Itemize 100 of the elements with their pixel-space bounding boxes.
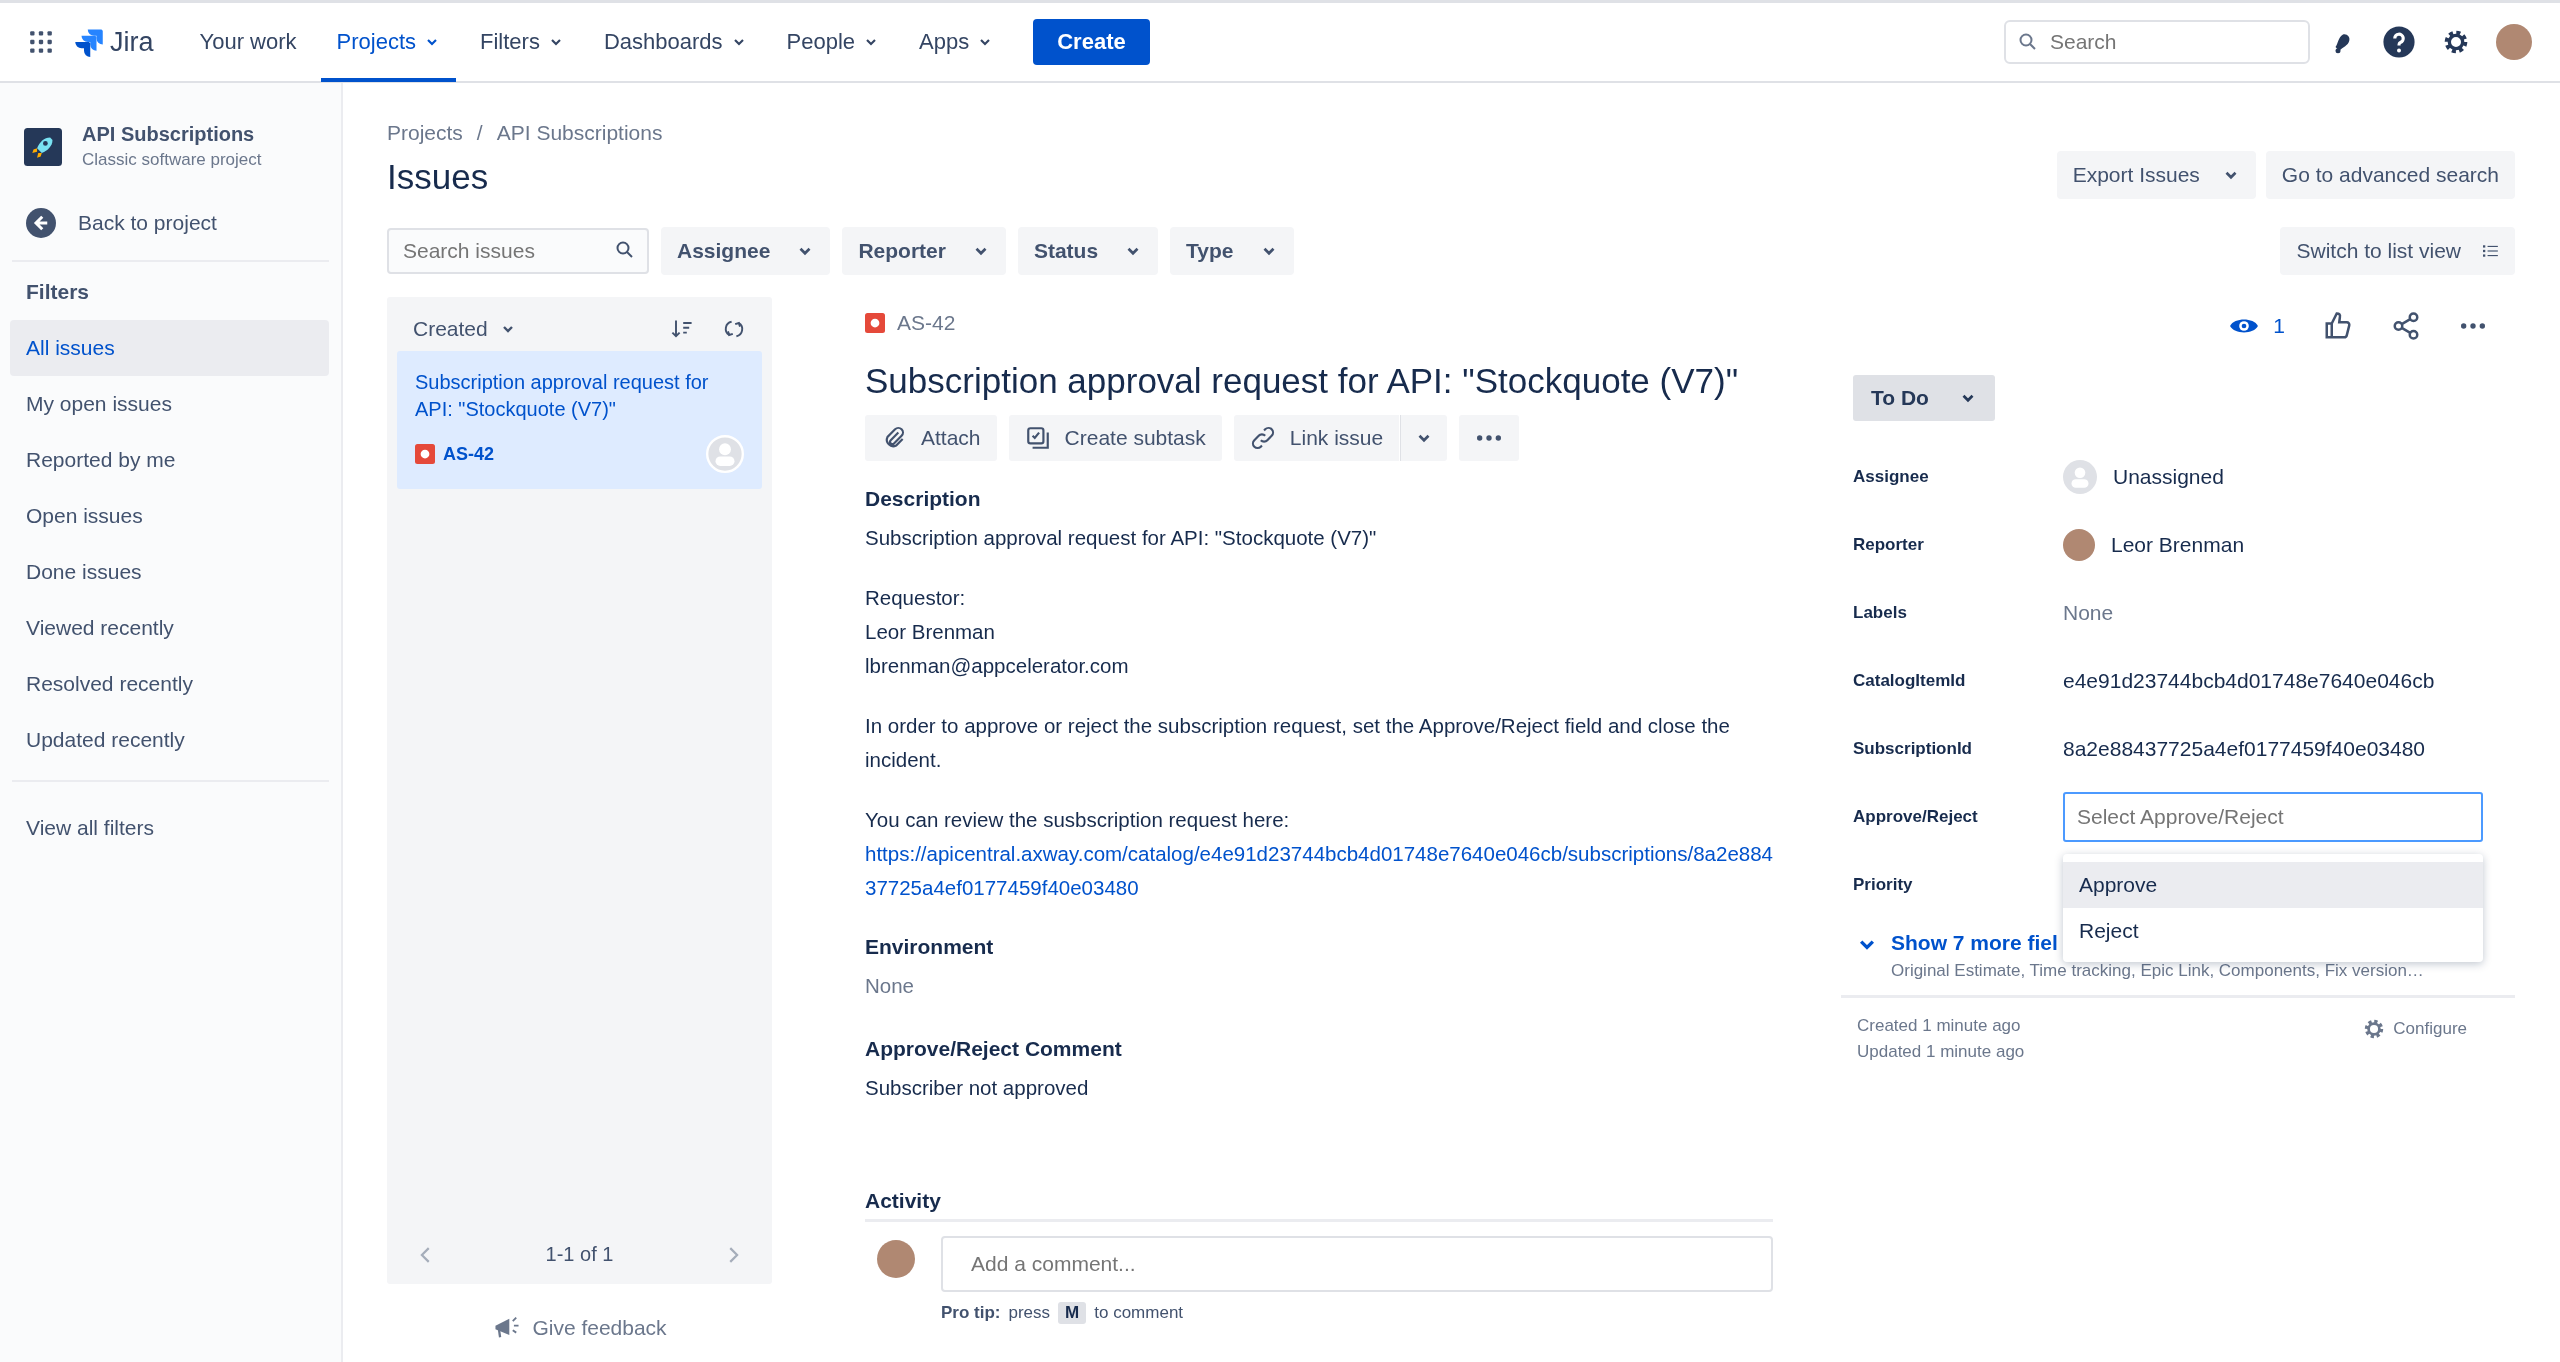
description-text: lbrenman@appcelerator.com	[865, 653, 1130, 679]
subscription-link[interactable]: https://apicentral.axway.com/catalog/e4e91d23744bcb4d01748e7640e046cb/subscriptions/8a2e88437725a4ef0177459f40e03480	[865, 837, 1773, 905]
filter-dropdown[interactable]: Reporter	[842, 227, 1006, 275]
breadcrumb-link[interactable]: Projects	[387, 121, 463, 145]
issue-key: AS-42	[443, 443, 495, 465]
filter-item[interactable]: Updated recently	[10, 712, 329, 768]
breadcrumb-separator: /	[476, 121, 483, 145]
back-to-project-link[interactable]: Back to project	[78, 211, 217, 235]
configure-button[interactable]: Configure	[2361, 1016, 2467, 1042]
app-grid-icon[interactable]	[28, 29, 54, 55]
activity-heading: Activity	[865, 1189, 942, 1213]
issue-card-title: Subscription approval request for API: "Stockquote (V7)"	[415, 370, 710, 422]
field-label: Labels	[1853, 603, 1908, 623]
project-name: API Subscriptions	[82, 123, 256, 146]
field-label: CatalogItemId	[1853, 671, 1967, 691]
search-icon	[615, 240, 635, 260]
issue-action-button[interactable]: Attach	[865, 415, 997, 461]
field-label: Approve/Reject	[1853, 807, 1979, 827]
view-all-filters-link[interactable]: View all filters	[10, 800, 329, 856]
filter-item[interactable]: My open issues	[10, 376, 329, 432]
field-label: Assignee	[1853, 467, 1930, 487]
watchers-button[interactable]: 1	[2229, 311, 2285, 341]
nav-menu-item[interactable]: Apps	[903, 3, 1010, 82]
filter-item[interactable]: Resolved recently	[10, 656, 329, 712]
field-label: SubscriptionId	[1853, 739, 1973, 759]
description-text: Requestor:	[865, 585, 967, 611]
logo-text[interactable]: Jira	[110, 26, 154, 58]
field-label: Priority	[1853, 875, 1914, 895]
thumbs-up-icon[interactable]	[2323, 311, 2353, 341]
description-text: Leor Brenman	[865, 619, 996, 645]
updated-date: Updated 1 minute ago	[1857, 1042, 2026, 1062]
filter-item[interactable]: Viewed recently	[10, 600, 329, 656]
user-avatar	[2063, 529, 2095, 561]
section-value: Subscriber not approved	[865, 1075, 1090, 1101]
link-icon	[1249, 425, 1276, 451]
list-icon	[2483, 244, 2499, 258]
export-dropdown-button[interactable]: Export Issues	[2056, 151, 2256, 199]
user-avatar	[877, 1240, 915, 1278]
bug-icon	[415, 444, 435, 464]
field-value[interactable]: e4e91d23744bcb4d01748e7640e046cb	[2063, 669, 2435, 693]
section-heading: Environment	[865, 935, 995, 959]
nav-menu-item[interactable]: Dashboards	[587, 3, 763, 82]
advanced-search-button[interactable]: Go to advanced search	[2265, 151, 2515, 199]
nav-menu-item[interactable]: Your work	[183, 3, 313, 82]
description-text: You can review the susbscription request here:	[865, 807, 1291, 833]
filter-item[interactable]: Open issues	[10, 488, 329, 544]
description-text: Subscription approval request for API: "Stockquote (V7)"	[865, 525, 1378, 551]
dropdown-option[interactable]: Reject	[2063, 908, 2483, 954]
pro-tip-label: Pro tip:	[941, 1303, 1001, 1323]
subtask-icon	[1024, 425, 1051, 451]
more-icon[interactable]	[2459, 322, 2487, 330]
created-date: Created 1 minute ago	[1857, 1016, 2022, 1036]
hidden-fields-list: Original Estimate, Time tracking, Epic Link, Components, Fix version…	[1891, 961, 2424, 981]
issue-action-button[interactable]: Link issue	[1233, 415, 1400, 461]
pagination-text: 1-1 of 1	[545, 1243, 614, 1266]
filter-dropdown[interactable]: Status	[1017, 227, 1159, 275]
field-value[interactable]: Leor Brenman	[2111, 533, 2245, 557]
project-type: Classic software project	[82, 150, 262, 170]
user-avatar[interactable]	[2496, 24, 2532, 60]
section-heading: Approve/Reject Comment	[865, 1037, 1123, 1061]
more-icon	[1475, 434, 1504, 442]
nav-menu-item[interactable]: Filters	[464, 3, 580, 82]
field-value[interactable]: Unassigned	[2113, 465, 2224, 489]
sort-dropdown[interactable]: Created	[413, 317, 516, 341]
create-button[interactable]: Create	[1033, 19, 1150, 65]
issue-card[interactable]: Subscription approval request for API: "Stockquote (V7)" AS-42	[397, 351, 762, 489]
more-options-button[interactable]	[1459, 415, 1520, 461]
field-value[interactable]: None	[2063, 601, 2114, 625]
filter-item[interactable]: Reported by me	[10, 432, 329, 488]
bug-icon	[865, 313, 885, 333]
filter-item[interactable]: Done issues	[10, 544, 329, 600]
field-value[interactable]: 8a2e88437725a4ef0177459f40e03480	[2063, 737, 2426, 761]
issue-title: Subscription approval request for API: "Stockquote (V7)"	[865, 361, 1740, 401]
status-dropdown-button[interactable]: To Do	[1853, 375, 1995, 421]
unassigned-avatar-icon	[706, 435, 744, 473]
search-icon	[2018, 32, 2038, 52]
breadcrumb-link[interactable]: API Subscriptions	[496, 121, 663, 145]
description-text: In order to approve or reject the subscription request, set the Approve/Reject field and close the incident.	[865, 713, 1731, 773]
share-icon[interactable]	[2391, 311, 2421, 341]
logo-icon[interactable]	[74, 27, 104, 57]
filters-heading: Filters	[25, 279, 91, 305]
search-issues-field[interactable]: Search issues	[387, 228, 649, 274]
dropdown-option[interactable]: Approve	[2063, 862, 2483, 908]
keyboard-key: M	[1058, 1302, 1087, 1324]
approve-reject-select-field[interactable]: Select Approve/Reject	[2063, 792, 2483, 842]
switch-to-list-view-button[interactable]: Switch to list view	[2280, 227, 2515, 275]
unassigned-avatar-icon	[2063, 460, 2097, 494]
issue-key-link[interactable]: AS-42	[897, 311, 956, 335]
filter-dropdown[interactable]: Type	[1170, 227, 1294, 275]
filter-dropdown[interactable]: Assignee	[661, 227, 831, 275]
section-value: None	[865, 973, 915, 999]
give-feedback-link[interactable]: Give feedback	[532, 1316, 667, 1340]
filter-item[interactable]: All issues	[10, 320, 329, 376]
search-field[interactable]: Search	[2004, 20, 2310, 64]
description-heading: Description	[865, 487, 982, 511]
comment-field[interactable]: Add a comment...	[941, 1236, 1773, 1292]
issue-action-button[interactable]: Create subtask	[1008, 415, 1222, 461]
help-icon[interactable]	[2382, 25, 2416, 59]
page-title: Issues	[387, 157, 490, 197]
nav-menu-item[interactable]: People	[770, 3, 896, 82]
